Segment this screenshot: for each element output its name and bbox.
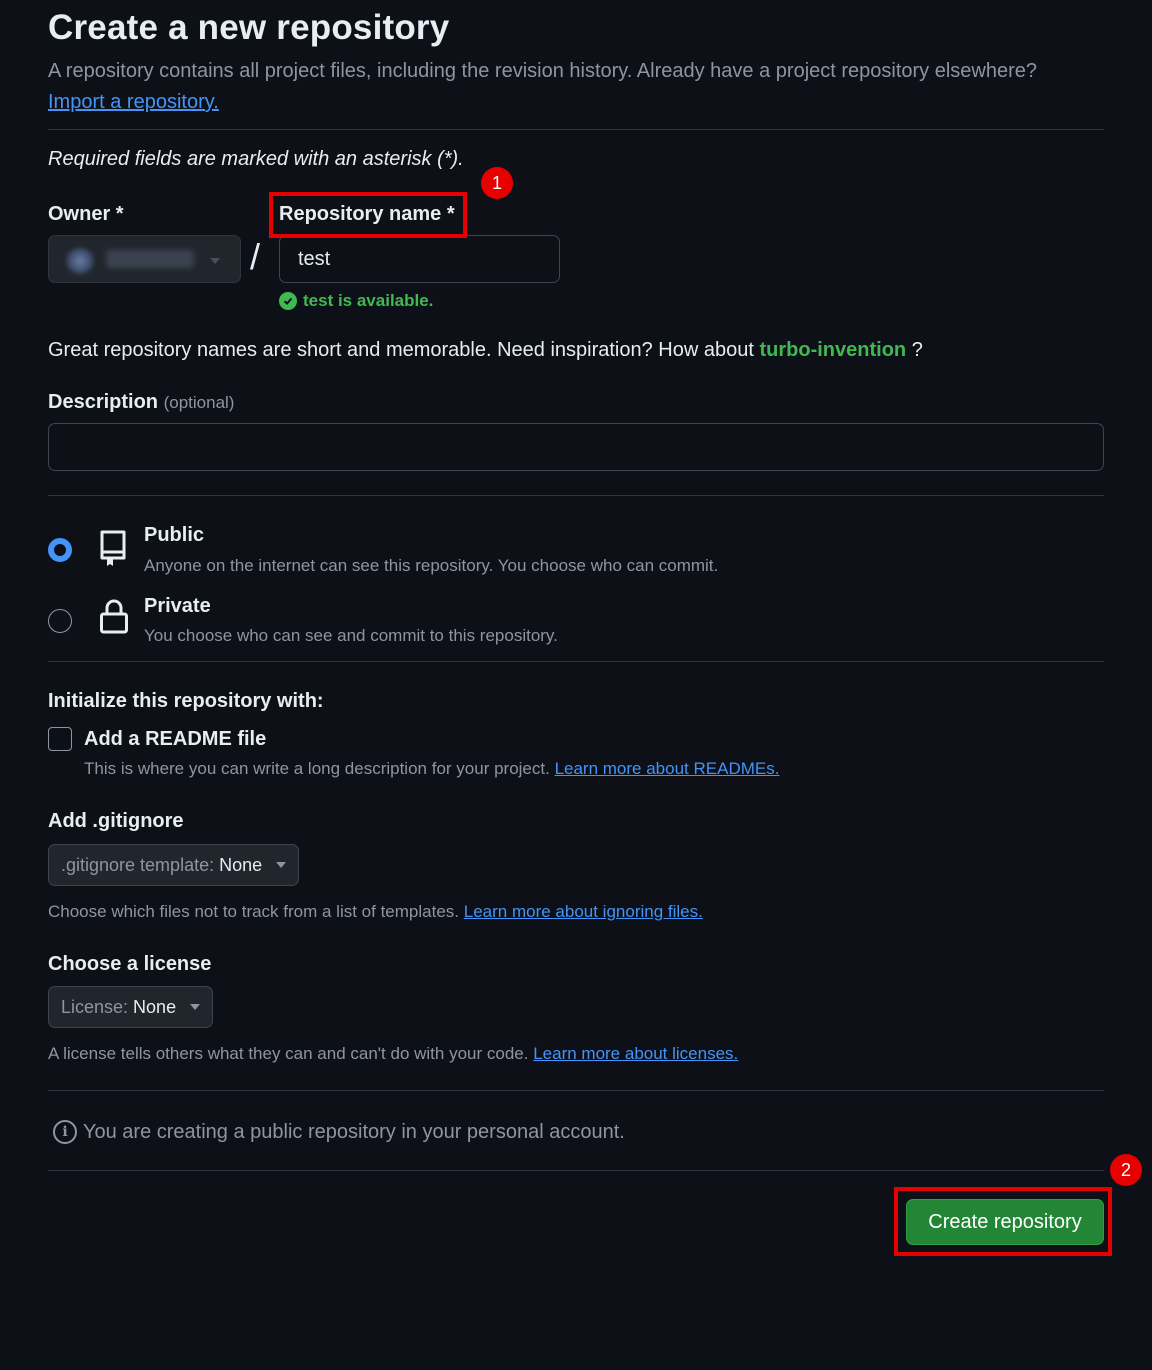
repo-icon xyxy=(98,528,130,573)
license-select[interactable]: License: None xyxy=(48,986,214,1028)
learn-licenses-link[interactable]: Learn more about licenses. xyxy=(533,1044,738,1063)
private-description: You choose who can see and commit to thi… xyxy=(144,626,558,645)
required-fields-note: Required fields are marked with an aster… xyxy=(48,148,464,170)
info-notice: i You are creating a public repository i… xyxy=(53,1120,625,1144)
check-circle-icon xyxy=(279,292,297,310)
chevron-down-icon xyxy=(276,862,287,868)
readme-help: This is where you can write a long descr… xyxy=(84,759,779,779)
owner-repo-separator: / xyxy=(250,236,261,277)
lock-icon xyxy=(98,598,130,641)
license-description: A license tells others what they can and… xyxy=(48,1044,529,1063)
description-label-text: Description xyxy=(48,391,159,413)
license-select-value: None xyxy=(133,996,177,1017)
page-subtitle: A repository contains all project files,… xyxy=(48,60,1038,82)
gitignore-heading: Add .gitignore xyxy=(48,810,184,832)
availability-text: test is available. xyxy=(303,291,434,310)
owner-name-blurred xyxy=(106,250,194,268)
annotation-box-1 xyxy=(269,192,467,238)
readme-label[interactable]: Add a README file xyxy=(84,728,266,751)
annotation-badge-2: 2 xyxy=(1110,1154,1142,1186)
gitignore-select-prefix: .gitignore template: xyxy=(61,854,215,875)
license-select-prefix: License: xyxy=(61,996,129,1017)
hint-suffix: ? xyxy=(911,339,923,361)
description-input[interactable] xyxy=(48,423,1104,471)
page-title: Create a new repository xyxy=(48,8,450,47)
chevron-down-icon xyxy=(210,258,220,264)
name-hint: Great repository names are short and mem… xyxy=(48,339,923,362)
license-help: A license tells others what they can and… xyxy=(48,1044,738,1064)
divider xyxy=(48,1170,1104,1171)
gitignore-help: Choose which files not to track from a l… xyxy=(48,902,703,922)
divider xyxy=(48,1090,1104,1091)
optional-tag: (optional) xyxy=(163,393,235,412)
annotation-badge-1: 1 xyxy=(481,167,513,199)
private-title: Private xyxy=(144,595,211,617)
initialize-heading: Initialize this repository with: xyxy=(48,690,324,712)
repository-name-input[interactable] xyxy=(279,235,560,283)
owner-label: Owner * xyxy=(48,203,124,225)
description-label: Description (optional) xyxy=(48,391,234,414)
public-description: Anyone on the internet can see this repo… xyxy=(144,556,719,575)
gitignore-template-select[interactable]: .gitignore template: None xyxy=(48,844,300,886)
private-radio[interactable] xyxy=(48,609,72,633)
public-radio[interactable] xyxy=(48,538,72,562)
chevron-down-icon xyxy=(190,1004,201,1010)
suggested-name[interactable]: turbo-invention xyxy=(759,339,906,361)
readme-description: This is where you can write a long descr… xyxy=(84,759,550,778)
divider xyxy=(48,129,1104,130)
import-repository-link[interactable]: Import a repository. xyxy=(48,91,219,114)
license-heading: Choose a license xyxy=(48,953,212,975)
hint-prefix: Great repository names are short and mem… xyxy=(48,339,754,361)
availability-status: test is available. xyxy=(279,291,433,311)
gitignore-description: Choose which files not to track from a l… xyxy=(48,902,460,921)
owner-avatar xyxy=(66,248,94,274)
learn-ignoring-files-link[interactable]: Learn more about ignoring files. xyxy=(464,902,703,921)
gitignore-select-value: None xyxy=(219,854,263,875)
readme-checkbox[interactable] xyxy=(48,727,72,751)
divider xyxy=(48,661,1104,662)
info-text: You are creating a public repository in … xyxy=(83,1120,625,1143)
annotation-box-2 xyxy=(894,1187,1112,1256)
learn-readmes-link[interactable]: Learn more about READMEs. xyxy=(555,759,780,778)
public-title: Public xyxy=(144,524,205,546)
info-icon: i xyxy=(53,1120,77,1144)
divider xyxy=(48,495,1104,496)
